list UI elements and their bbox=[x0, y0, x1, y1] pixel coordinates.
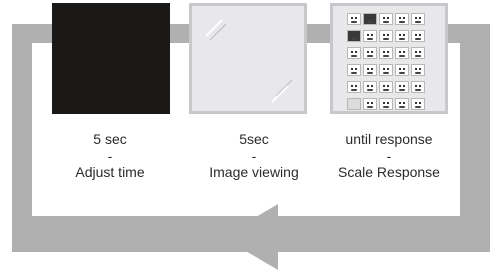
face-icon[interactable] bbox=[395, 64, 409, 76]
face-icon[interactable] bbox=[411, 98, 425, 110]
face-icon[interactable] bbox=[411, 47, 425, 59]
stage-duration: 5sec bbox=[239, 131, 269, 147]
loop-track-top-mid-2 bbox=[307, 24, 330, 43]
face-icon[interactable] bbox=[347, 30, 361, 42]
face-icon[interactable] bbox=[411, 64, 425, 76]
glass-reflection-icon bbox=[205, 19, 293, 103]
face-icon[interactable] bbox=[347, 98, 361, 110]
face-icon[interactable] bbox=[395, 13, 409, 25]
face-icon[interactable] bbox=[379, 47, 393, 59]
stage-separator: - bbox=[251, 147, 257, 164]
arrowhead-gap bbox=[235, 216, 285, 252]
face-icon[interactable] bbox=[395, 30, 409, 42]
stage-separator: - bbox=[107, 147, 113, 164]
stage-duration: 5 sec bbox=[93, 131, 127, 147]
face-scale-grid-icon bbox=[347, 13, 427, 110]
stage-separator: - bbox=[386, 147, 392, 164]
face-icon[interactable] bbox=[363, 98, 377, 110]
face-icon[interactable] bbox=[411, 13, 425, 25]
scale-response-panel bbox=[330, 3, 448, 114]
face-icon[interactable] bbox=[379, 13, 393, 25]
stage-duration: until response bbox=[345, 131, 433, 147]
face-icon[interactable] bbox=[411, 30, 425, 42]
face-icon[interactable] bbox=[379, 98, 393, 110]
stage-name: Adjust time bbox=[75, 164, 145, 180]
face-icon[interactable] bbox=[379, 64, 393, 76]
stage-caption-scale: until response - Scale Response bbox=[314, 131, 464, 181]
face-icon[interactable] bbox=[395, 81, 409, 93]
face-icon[interactable] bbox=[363, 81, 377, 93]
blank-screen-panel bbox=[52, 3, 170, 114]
face-icon[interactable] bbox=[379, 81, 393, 93]
face-icon[interactable] bbox=[347, 81, 361, 93]
face-icon[interactable] bbox=[395, 98, 409, 110]
stage-caption-adjust: 5 sec - Adjust time bbox=[35, 131, 185, 181]
face-icon[interactable] bbox=[395, 47, 409, 59]
stage-name: Image viewing bbox=[209, 164, 299, 180]
loop-track-top-mid-1 bbox=[170, 24, 189, 43]
face-icon[interactable] bbox=[411, 81, 425, 93]
face-icon[interactable] bbox=[363, 47, 377, 59]
image-viewing-panel bbox=[189, 3, 307, 114]
face-icon[interactable] bbox=[379, 30, 393, 42]
face-icon[interactable] bbox=[347, 64, 361, 76]
face-icon[interactable] bbox=[363, 30, 377, 42]
face-icon[interactable] bbox=[363, 13, 377, 25]
stage-caption-image: 5sec - Image viewing bbox=[179, 131, 329, 181]
face-icon[interactable] bbox=[347, 47, 361, 59]
face-icon[interactable] bbox=[363, 64, 377, 76]
stage-name: Scale Response bbox=[338, 164, 440, 180]
face-icon[interactable] bbox=[347, 13, 361, 25]
